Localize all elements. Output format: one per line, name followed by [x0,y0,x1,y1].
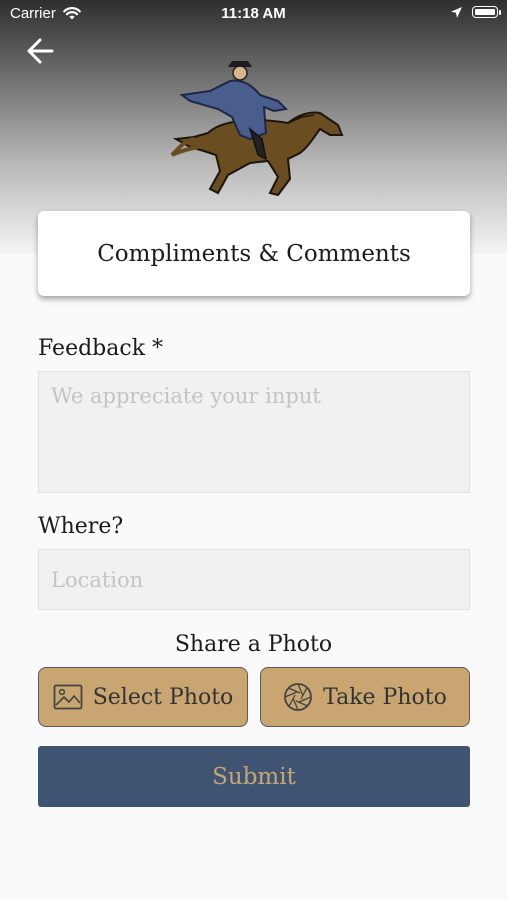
where-label: Where? [38,514,124,539]
arrow-left-icon [27,38,54,64]
location-arrow-icon [450,6,463,23]
back-button[interactable] [24,34,58,68]
status-time: 11:18 AM [221,5,286,22]
page-title: Compliments & Comments [97,240,411,267]
horse-rider-logo [170,55,350,203]
take-photo-label: Take Photo [323,684,447,710]
share-photo-label: Share a Photo [174,632,333,657]
select-photo-label: Select Photo [92,684,234,710]
select-photo-button[interactable]: Select Photo [38,667,248,727]
battery-icon [472,6,498,18]
location-field[interactable] [38,549,470,610]
take-photo-button[interactable]: Take Photo [260,667,470,727]
feedback-label: Feedback * [38,336,164,361]
status-bar: Carrier 11:18 AM [0,0,507,28]
title-card: Compliments & Comments [38,211,470,296]
feedback-field[interactable] [38,371,470,493]
submit-label: Submit [212,763,296,790]
submit-button[interactable]: Submit [38,746,470,807]
camera-aperture-icon [284,683,313,711]
image-icon [53,684,83,710]
battery-tip [499,10,501,15]
